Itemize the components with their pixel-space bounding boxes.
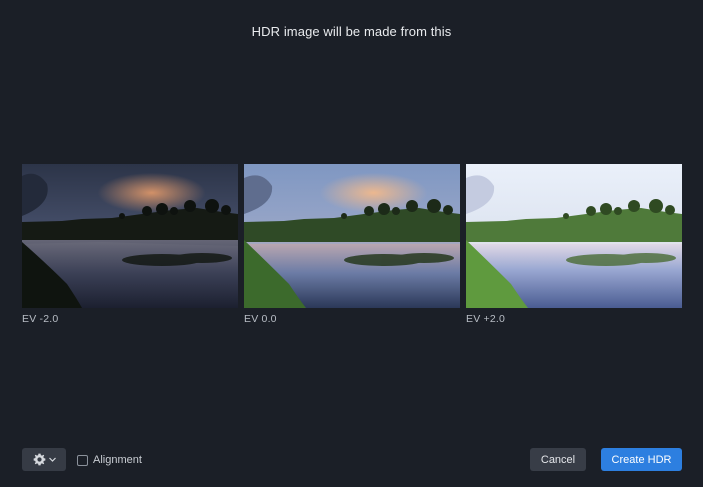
ev-label: EV +2.0 bbox=[466, 313, 506, 325]
cancel-button[interactable]: Cancel bbox=[530, 448, 586, 471]
bracket-thumbnail-ev-plus-2[interactable]: EV +2.0 bbox=[466, 164, 682, 325]
gear-icon bbox=[33, 453, 45, 466]
bracket-image-ev-minus-2 bbox=[22, 164, 238, 308]
alignment-checkbox-box[interactable] bbox=[77, 454, 88, 466]
bracket-image-ev-0 bbox=[244, 164, 460, 308]
chevron-down-icon bbox=[48, 457, 56, 462]
bracket-thumbnail-ev-0[interactable]: EV 0.0 bbox=[244, 164, 460, 325]
create-hdr-button[interactable]: Create HDR bbox=[601, 448, 682, 471]
bracket-thumbnails: EV -2.0 EV 0.0 EV +2.0 bbox=[22, 164, 682, 334]
bracket-thumbnail-ev-minus-2[interactable]: EV -2.0 bbox=[22, 164, 238, 325]
bracket-image-ev-plus-2 bbox=[466, 164, 682, 308]
dialog-footer: Alignment Cancel Create HDR bbox=[0, 448, 703, 472]
settings-menu-button[interactable] bbox=[22, 448, 66, 471]
dialog-title: HDR image will be made from this bbox=[251, 24, 452, 39]
ev-label: EV -2.0 bbox=[22, 313, 59, 325]
alignment-label: Alignment bbox=[93, 454, 142, 466]
ev-label: EV 0.0 bbox=[244, 313, 277, 325]
alignment-checkbox[interactable]: Alignment bbox=[77, 452, 142, 468]
